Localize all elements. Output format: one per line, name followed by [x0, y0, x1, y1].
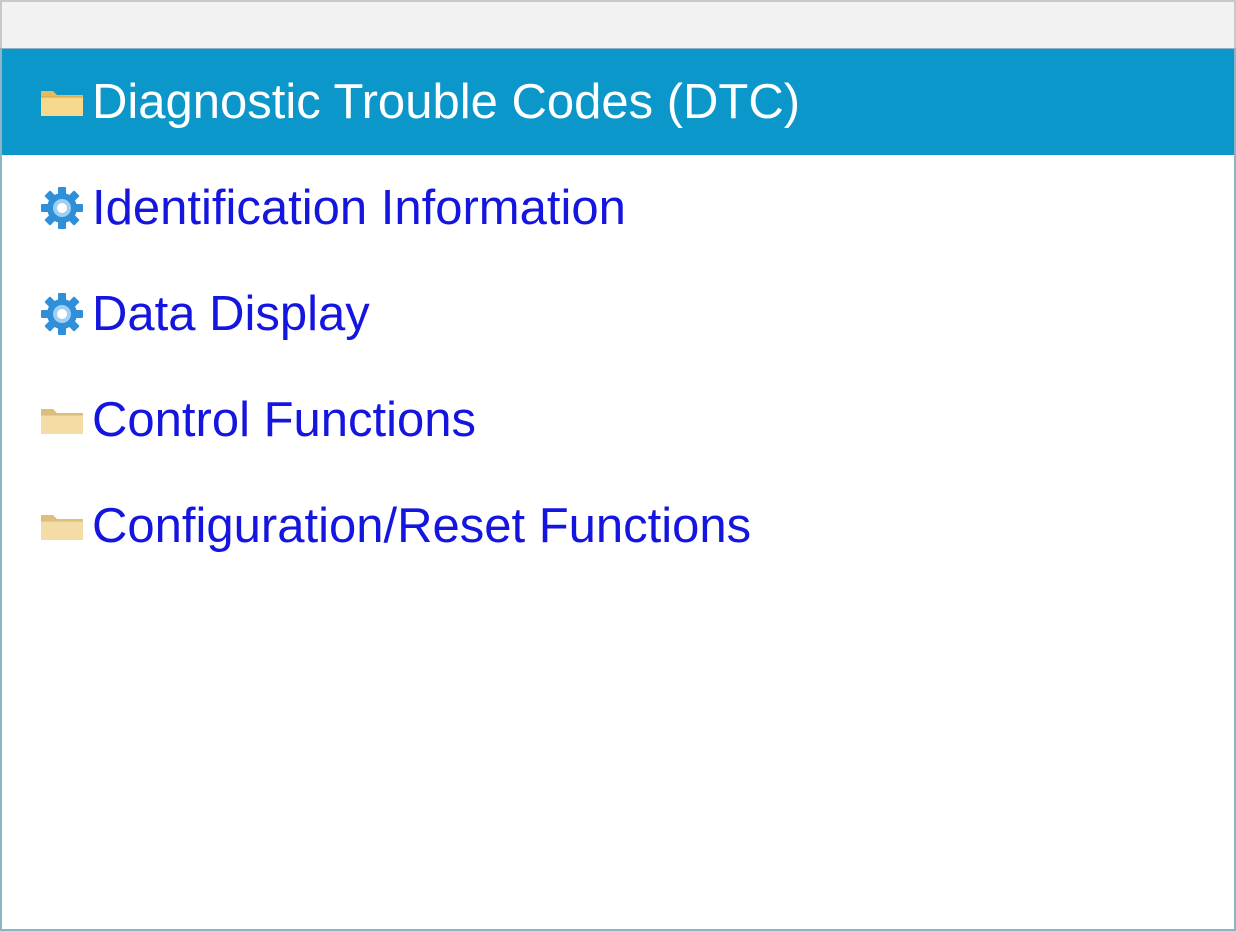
menu-item-data-display[interactable]: Data Display — [2, 261, 1234, 367]
menu-item-label: Identification Information — [92, 181, 626, 235]
app-window: Diagnostic Trouble Codes (DTC) Identific… — [0, 0, 1236, 931]
menu-item-identification-information[interactable]: Identification Information — [2, 155, 1234, 261]
top-bar — [0, 0, 1236, 48]
folder-icon — [38, 400, 86, 440]
function-menu-list: Diagnostic Trouble Codes (DTC) Identific… — [0, 48, 1236, 931]
menu-item-configuration-reset-functions[interactable]: Configuration/Reset Functions — [2, 473, 1234, 579]
menu-item-label: Control Functions — [92, 393, 477, 447]
folder-icon — [38, 82, 86, 122]
menu-item-label: Diagnostic Trouble Codes (DTC) — [92, 75, 801, 129]
gear-icon — [38, 187, 86, 229]
menu-item-label: Data Display — [92, 287, 370, 341]
menu-item-control-functions[interactable]: Control Functions — [2, 367, 1234, 473]
folder-icon — [38, 506, 86, 546]
menu-item-label: Configuration/Reset Functions — [92, 499, 752, 553]
menu-item-diagnostic-trouble-codes[interactable]: Diagnostic Trouble Codes (DTC) — [2, 49, 1234, 155]
gear-icon — [38, 293, 86, 335]
